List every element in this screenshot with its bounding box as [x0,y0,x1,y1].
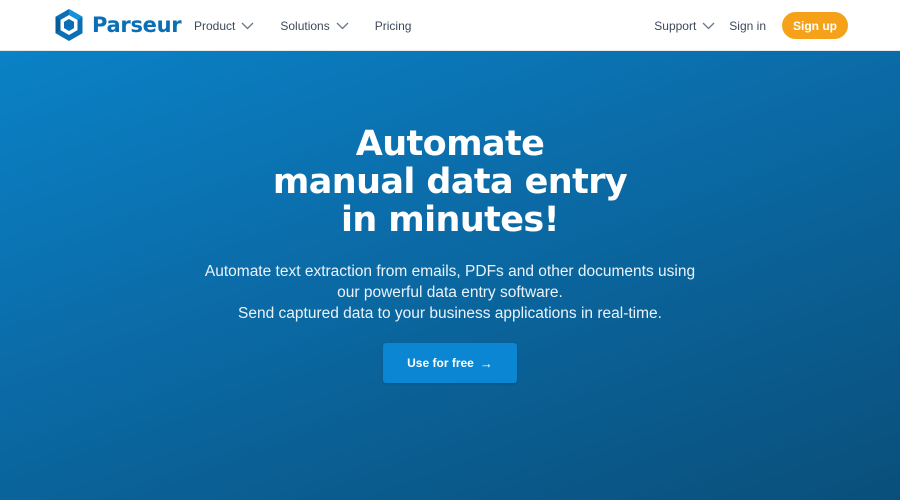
primary-nav: Product Solutions Pricing [194,0,437,51]
cta-label: Use for free [407,356,474,370]
hero-subtext: Automate text extraction from emails, PD… [0,261,900,324]
nav-item-label: Support [654,18,697,33]
top-navbar: Parseur Product Solutions Pricing Suppor… [0,0,900,51]
brand-logo-link[interactable]: Parseur [54,8,182,42]
subtext-line: Send captured data to your business appl… [238,305,662,322]
subtext-line: Automate text extraction from emails, PD… [204,263,696,280]
nav-item-label: Pricing [374,18,412,33]
sign-in-link[interactable]: Sign in [729,19,766,33]
hero-headline: Automate manual data entry in minutes! [0,125,900,239]
nav-item-label: Solutions [280,18,330,33]
subtext-line: our powerful data entry software. [337,284,563,301]
sign-up-button[interactable]: Sign up [782,12,848,39]
headline-line: Automate [355,124,545,164]
nav-item-solutions[interactable]: Solutions [280,18,349,33]
parseur-logo-icon [54,8,84,42]
nav-item-pricing[interactable]: Pricing [375,19,412,33]
chevron-down-icon [241,22,254,30]
arrow-right-icon: → [479,355,493,371]
use-for-free-button[interactable]: Use for free → [383,343,517,383]
nav-item-product[interactable]: Product [194,19,254,33]
chevron-down-icon [336,22,349,30]
nav-item-support[interactable]: Support [654,19,715,33]
hero-section: Automate manual data entry in minutes! A… [0,51,900,500]
chevron-down-icon [702,22,715,30]
brand-name: Parseur [92,13,182,37]
secondary-nav: Support Sign in Sign up [654,0,848,51]
headline-line: manual data entry [272,162,628,202]
nav-item-label: Product [194,18,236,33]
headline-line: in minutes! [340,200,560,240]
